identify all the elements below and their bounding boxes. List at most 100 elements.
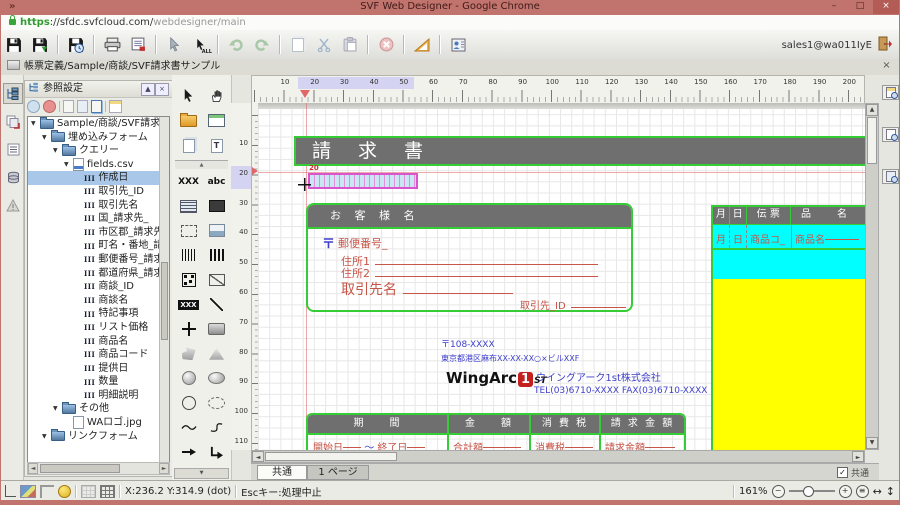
select-tool[interactable] [176,85,201,106]
client-id-field-label[interactable]: 取引先_ID [520,297,566,312]
detail-day-field[interactable]: 日 [730,225,747,248]
database-mode-button[interactable] [3,167,23,188]
canvas-vertical-scrollbar[interactable]: ▲ ▼ [865,103,879,450]
barcode-tool[interactable] [176,245,201,266]
reference-tree-mode-button[interactable] [3,83,23,104]
link-frame-tool[interactable] [204,269,229,290]
panel-pin-button[interactable]: ▲ [141,83,155,96]
company-address[interactable]: 東京都港区麻布XX-XX-XX○×ビルXXF [441,353,579,364]
end-date-label[interactable]: 終了日 [377,443,407,450]
redo-button[interactable] [250,33,274,56]
palette-scroll-down[interactable]: ▼ [174,468,229,479]
company-name[interactable]: ウイングアーク1st株式会社 [536,369,661,384]
tree-item-13[interactable]: III商談名 [28,294,160,308]
tree-item-2[interactable]: ▼クエリー [28,144,160,158]
paste-button[interactable] [338,33,362,56]
company-zip[interactable]: 〒108-XXXX [441,337,495,350]
scroll-right-icon[interactable]: ► [159,463,169,474]
curve-tool[interactable] [176,417,201,438]
tree-item-16[interactable]: III商品名 [28,335,160,349]
scroll-down-icon[interactable]: ▼ [866,437,878,449]
tree-expand-icon[interactable]: ▼ [42,131,51,145]
tree-item-6[interactable]: III取引先名 [28,199,160,213]
reverse-field-tool[interactable]: XXX [176,294,201,315]
zoom-out-icon[interactable]: − [772,485,785,498]
static-text-tool[interactable]: abc [204,171,229,192]
select-button[interactable] [162,33,186,56]
delete-button[interactable] [374,33,398,56]
save-as-button[interactable] [28,33,52,56]
grid-dark-icon[interactable] [100,485,115,498]
open-item-icon[interactable] [77,100,88,113]
common-checkbox[interactable]: ✓ 共通 [837,466,869,479]
detail-code-field[interactable]: 商品コ_ [747,225,792,248]
line-tool[interactable] [204,294,229,315]
tree-item-21[interactable]: ▼その他 [28,402,160,416]
arrow-tool[interactable] [176,442,201,463]
close-button[interactable]: × [873,0,899,14]
select-all-button[interactable]: ALL [188,33,212,56]
tree-item-0[interactable]: ▼Sample/商談/SVF請求書 [28,117,160,131]
document-close-button[interactable]: × [880,60,893,73]
print-settings-button[interactable] [126,33,150,56]
new-item-icon[interactable] [63,100,74,113]
field-tool[interactable]: XXX [176,171,201,192]
hand-tool[interactable] [204,85,229,106]
document-tab-label[interactable]: 帳票定義/Sample/商談/SVF請求書サンプル [24,61,220,72]
arc-tool[interactable] [176,392,201,413]
image-tool[interactable] [204,220,229,241]
tree-item-18[interactable]: III提供日 [28,362,160,376]
tree-expand-icon[interactable]: ▼ [42,430,51,444]
tree-item-14[interactable]: III特記事項 [28,307,160,321]
canvas-horizontal-scrollbar[interactable]: ◄ ► [251,450,865,463]
save-button[interactable] [2,33,26,56]
bent-arrow-tool[interactable] [204,442,229,463]
palette-collapse-divider[interactable]: ▲ [175,160,228,169]
tree-item-8[interactable]: III市区郡_請求先_ [28,226,160,240]
detail-name-field[interactable]: 商品名 [792,225,865,248]
zoom-slider[interactable] [789,490,835,492]
remove-reference-icon[interactable] [43,100,56,113]
copy-button[interactable] [286,33,310,56]
tree-horizontal-scrollbar[interactable]: ◄ ► [27,462,170,475]
tree-expand-icon[interactable]: ▼ [53,144,62,158]
print-button[interactable] [100,33,124,56]
url-bar[interactable]: https://sfdc.svfcloud.com/webdesigner/ma… [1,15,899,31]
warning-mode-button[interactable] [3,195,23,216]
tree-expand-icon[interactable]: ▼ [53,402,62,416]
block-field-tool[interactable] [204,196,229,217]
tree-item-1[interactable]: ▼埋め込みフォーム [28,131,160,145]
tree-item-11[interactable]: III都道府県_請求先 [28,267,160,281]
save-version-button[interactable] [64,33,88,56]
form-title-bar[interactable]: 請 求 書 [294,136,865,166]
panel-close-button[interactable]: × [155,83,169,96]
logout-icon[interactable] [877,36,893,54]
billing-label[interactable]: 請求金額 [605,443,645,450]
new-field-placement[interactable] [308,173,418,189]
image-display-icon[interactable] [20,485,36,498]
minimize-button[interactable]: – [821,0,847,14]
start-date-label[interactable]: 開始日 [313,443,343,450]
frame-field-tool[interactable] [176,220,201,241]
maximize-button[interactable]: □ [847,0,873,14]
scroll-left-icon[interactable]: ◄ [252,451,264,462]
tree-item-7[interactable]: III国_請求先_ [28,212,160,226]
tax-label[interactable]: 消費税 [535,443,565,450]
postal-barcode-tool[interactable] [204,245,229,266]
tree-item-12[interactable]: III商談_ID [28,280,160,294]
layers-mode-button[interactable] [3,111,23,132]
detail-table[interactable]: 月 日 伝 票 品 名 月 日 商品コ_ 商品名 [711,205,865,450]
copy-item-tool[interactable] [176,135,201,156]
multiline-field-tool[interactable] [176,196,201,217]
tree-item-9[interactable]: III町名・番地_請求 [28,239,160,253]
list-mode-button[interactable] [3,139,23,160]
company-tel[interactable]: TEL(03)6710-XXXX FAX(03)6710-XXXX [534,386,707,396]
crossline-tool[interactable] [176,319,201,340]
tree-item-5[interactable]: III取引先_ID [28,185,160,199]
tab-page1[interactable]: 1 ページ [307,465,369,480]
rect-tool[interactable] [204,319,229,340]
tree-item-15[interactable]: IIIリスト価格 [28,321,160,335]
detail-month-field[interactable]: 月 [713,225,730,248]
form-settings-button[interactable] [882,85,899,100]
ellipse-tool[interactable] [204,368,229,389]
